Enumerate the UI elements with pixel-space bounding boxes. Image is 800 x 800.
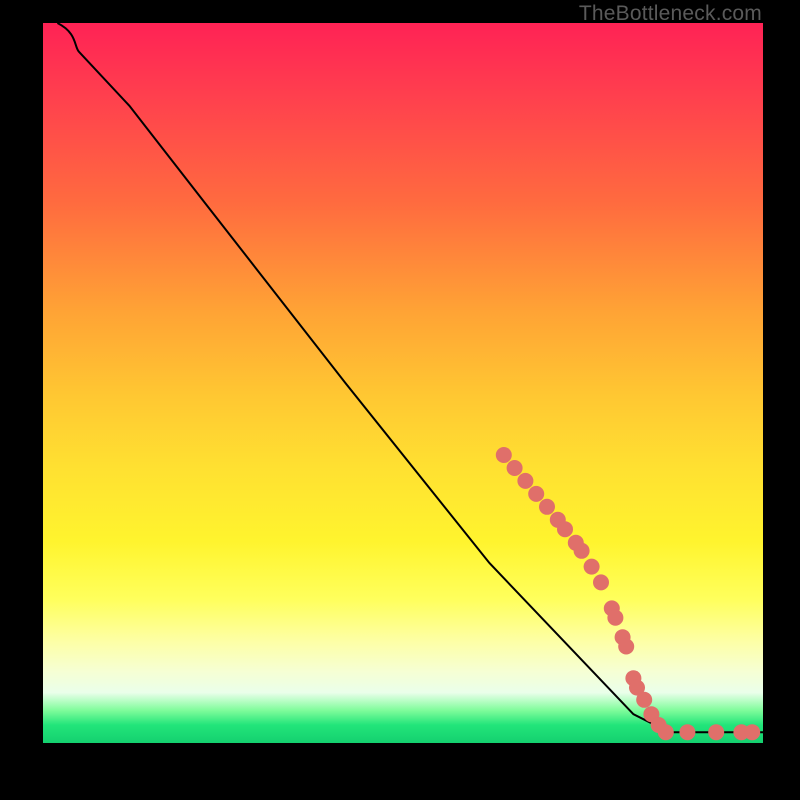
chart-plot-area: [43, 23, 763, 743]
chart-points: [496, 447, 760, 740]
chart-point: [507, 460, 523, 476]
chart-point: [607, 610, 623, 626]
chart-point: [636, 692, 652, 708]
chart-curve: [57, 23, 763, 732]
chart-frame: TheBottleneck.com: [0, 0, 800, 800]
chart-point: [584, 559, 600, 575]
chart-point: [528, 486, 544, 502]
chart-point: [708, 724, 724, 740]
chart-point: [574, 543, 590, 559]
chart-point: [618, 639, 634, 655]
chart-point: [557, 521, 573, 537]
chart-point: [539, 499, 555, 515]
chart-point: [496, 447, 512, 463]
chart-point: [658, 724, 674, 740]
chart-point: [744, 724, 760, 740]
chart-point: [593, 574, 609, 590]
chart-point: [679, 724, 695, 740]
chart-point: [517, 473, 533, 489]
chart-svg: [43, 23, 763, 743]
